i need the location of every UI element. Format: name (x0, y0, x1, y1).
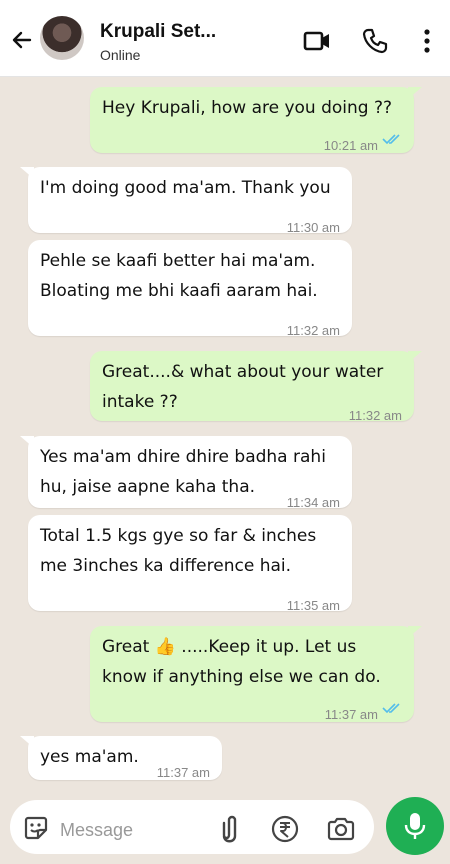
message-time: 11:30 am (286, 220, 340, 235)
avatar[interactable] (40, 16, 84, 60)
message-time: 10:21 am (323, 138, 378, 153)
back-arrow-icon[interactable] (8, 26, 36, 54)
read-ticks-icon (382, 703, 400, 714)
message-text: Pehle se kaafi better hai ma'am. Bloatin… (40, 251, 318, 301)
message-bubble-outgoing[interactable]: Great 👍 .....Keep it up. Let us know if … (90, 626, 422, 722)
message-time: 11:32 am (348, 408, 402, 423)
more-options-icon[interactable] (412, 26, 442, 56)
message-text: I'm doing good ma'am. Thank you (40, 178, 331, 198)
message-bubble-outgoing[interactable]: Great....& what about your water intake … (90, 351, 422, 423)
message-text: yes ma'am. (40, 747, 139, 767)
contact-status: Online (100, 47, 141, 63)
rupee-payment-icon[interactable] (270, 814, 300, 844)
contact-name[interactable]: Krupali Set... (100, 21, 216, 43)
message-bubble-outgoing[interactable]: Hey Krupali, how are you doing ?? 10:21 … (90, 87, 422, 153)
message-bubble-incoming[interactable]: Total 1.5 kgs gye so far & inches me 3in… (28, 515, 352, 613)
message-text: Yes ma'am dhire dhire badha rahi hu, jai… (40, 447, 326, 497)
attach-icon[interactable] (216, 813, 242, 845)
message-time: 11:37 am (324, 707, 378, 722)
message-text: Great 👍 .....Keep it up. Let us know if … (102, 637, 381, 687)
message-input[interactable]: Message (60, 820, 133, 841)
message-bubble-incoming[interactable]: yes ma'am. 11:37 am (20, 736, 222, 780)
chat-header: Krupali Set... Online (0, 0, 450, 77)
read-ticks-icon (382, 134, 400, 145)
message-bubble-incoming[interactable]: I'm doing good ma'am. Thank you 11:30 am (20, 167, 352, 235)
message-time: 11:35 am (286, 598, 340, 613)
microphone-icon (404, 813, 426, 839)
microphone-button[interactable] (386, 797, 444, 855)
message-bubble-incoming[interactable]: Yes ma'am dhire dhire badha rahi hu, jai… (20, 436, 352, 510)
message-time: 11:32 am (286, 323, 340, 338)
message-bubble-incoming[interactable]: Pehle se kaafi better hai ma'am. Bloatin… (28, 240, 352, 338)
phone-icon[interactable] (360, 26, 390, 56)
message-time: 11:37 am (156, 765, 210, 780)
message-text: Hey Krupali, how are you doing ?? (102, 98, 393, 118)
video-call-icon[interactable] (302, 26, 332, 56)
message-text: Total 1.5 kgs gye so far & inches me 3in… (40, 526, 317, 576)
sticker-icon[interactable] (22, 814, 50, 842)
message-time: 11:34 am (286, 495, 340, 510)
message-text: Great....& what about your water intake … (102, 362, 384, 412)
camera-icon[interactable] (326, 815, 356, 843)
